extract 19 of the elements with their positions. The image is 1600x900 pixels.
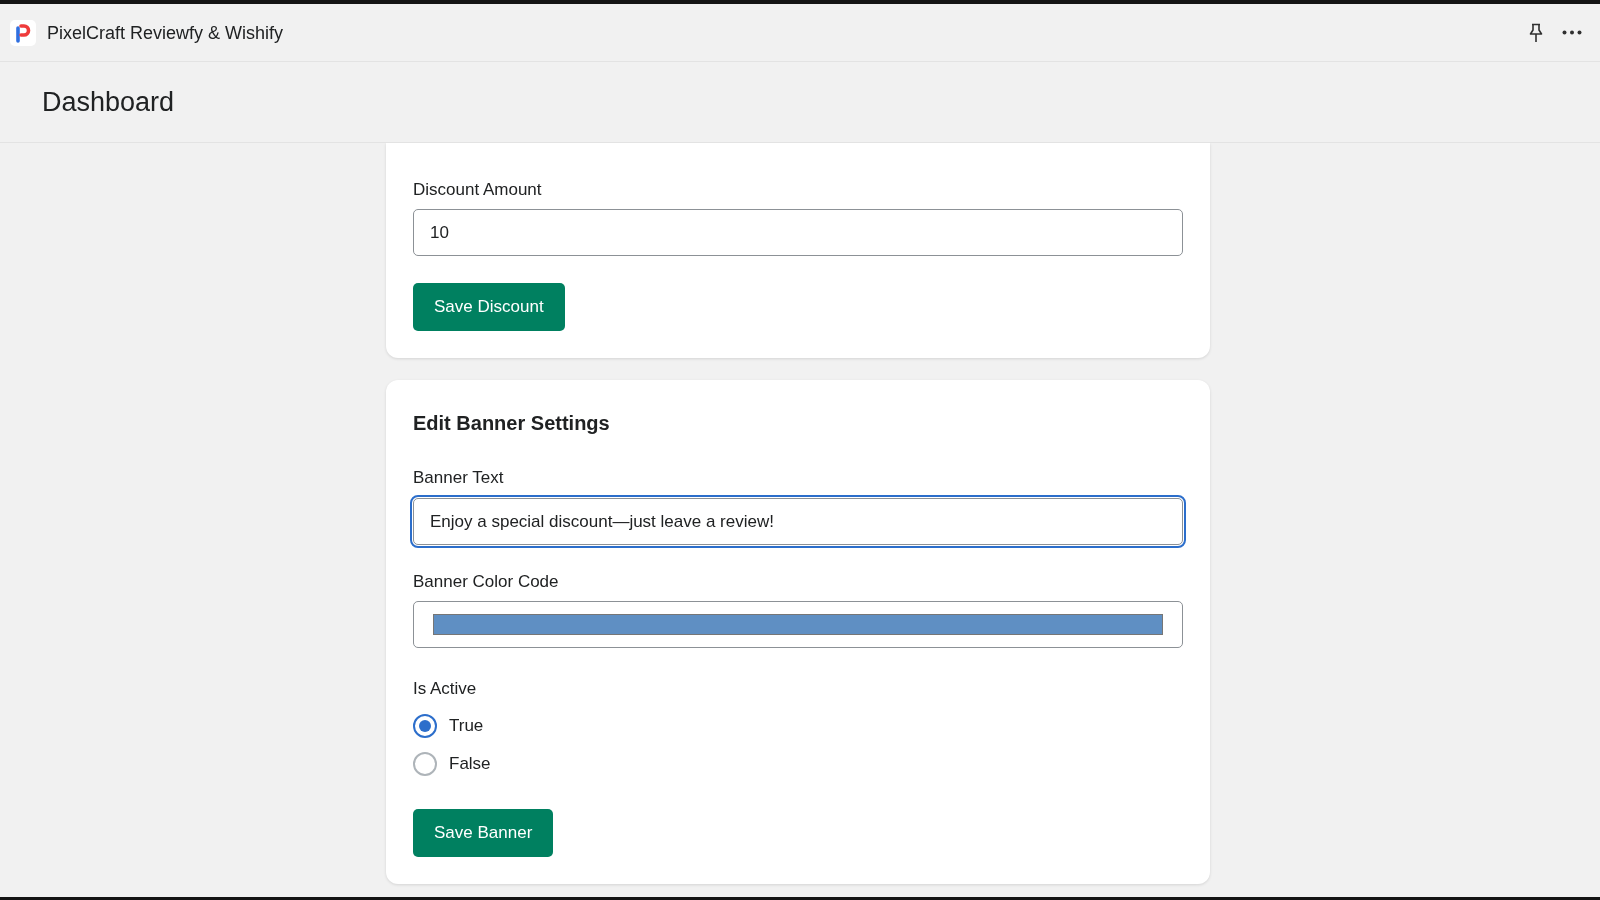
radio-button[interactable] <box>413 752 437 776</box>
field-label: Is Active <box>413 679 477 699</box>
input-field[interactable]: 10 <box>413 209 1183 256</box>
radio-button[interactable] <box>413 714 437 738</box>
more-options-icon[interactable] <box>1562 30 1582 35</box>
save-banner-button[interactable]: Save Banner <box>413 809 554 857</box>
radio-label[interactable]: False <box>449 754 491 774</box>
card-title: Edit Banner Settings <box>413 411 610 436</box>
field-label: Banner Color Code <box>413 572 559 592</box>
input-field[interactable]: Enjoy a special discount—just leave a review! <box>413 498 1183 545</box>
app-logo-icon <box>10 19 36 46</box>
app-title: PixelCraft Reviewfy & Wishify <box>47 21 284 44</box>
save-discount-button[interactable]: Save Discount <box>413 283 565 331</box>
page-title: Dashboard <box>42 86 175 118</box>
color-picker-field[interactable] <box>413 601 1183 648</box>
field-label: Discount Amount <box>413 180 542 200</box>
radio-label[interactable]: True <box>449 716 484 736</box>
field-label: Banner Text <box>413 468 504 488</box>
pin-icon[interactable] <box>1528 22 1544 43</box>
